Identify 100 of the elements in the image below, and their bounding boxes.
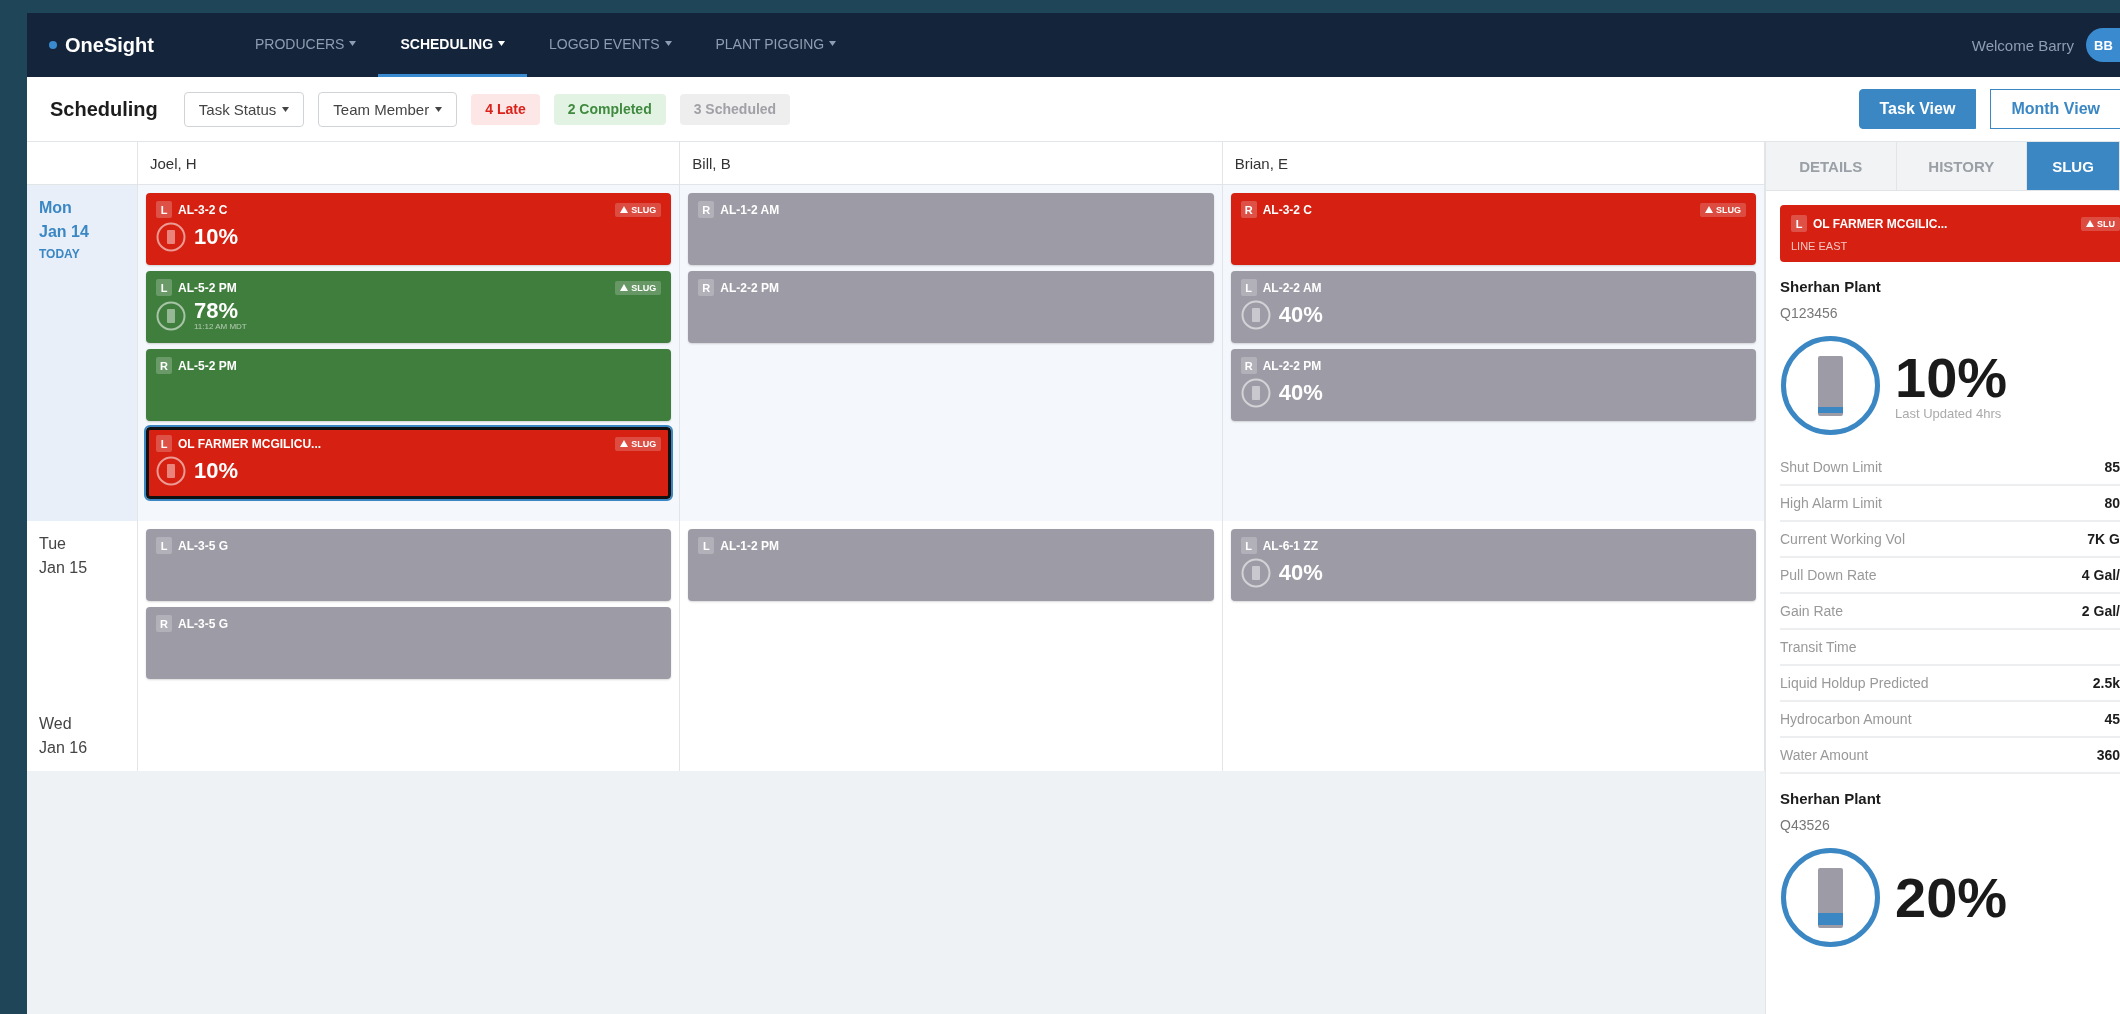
task-card[interactable]: L AL-5-2 PM SLUG 78% 11:12 AM MDT xyxy=(146,271,672,343)
stat-value: 7K G xyxy=(2087,531,2120,547)
plant-name: Sherhan Plant xyxy=(1780,278,1882,295)
task-card[interactable]: R AL-3-5 G xyxy=(146,607,672,679)
percent-value: 10% xyxy=(194,460,239,482)
stat-value: 4 Gal/ xyxy=(2081,567,2120,583)
task-title: AL-3-2 C xyxy=(178,202,229,217)
warning-triangle-icon xyxy=(620,206,629,213)
side-tag: L xyxy=(1240,279,1257,296)
task-title: AL-3-5 G xyxy=(178,538,229,553)
nav-menu-item[interactable]: PRODUCERS xyxy=(233,13,379,77)
percent-value: 10% xyxy=(194,226,239,248)
tank-gauge-icon xyxy=(1240,378,1271,408)
line-label: LINE EAST xyxy=(1791,240,1849,252)
percent-value: 10% xyxy=(1895,350,2008,406)
status-count-badge[interactable]: 4 Late xyxy=(471,93,540,125)
caret-down-icon xyxy=(829,41,837,46)
slug-badge: SLUG xyxy=(1699,202,1746,217)
side-tag: R xyxy=(156,357,172,374)
side-tag: L xyxy=(156,279,172,296)
task-title: AL-3-5 G xyxy=(178,616,229,631)
stat-value: 80 xyxy=(2104,495,2120,511)
task-card[interactable]: L AL-2-2 AM 40% xyxy=(1230,271,1756,343)
task-title: AL-1-2 PM xyxy=(720,538,780,553)
status-count-badge[interactable]: 3 Scheduled xyxy=(679,93,791,125)
slug-badge: SLUG xyxy=(615,436,662,451)
task-card[interactable]: L AL-3-2 C SLUG 10% xyxy=(146,193,672,265)
date-label: Jan 14 xyxy=(39,223,90,241)
task-card[interactable]: L OL FARMER MCGILICU... SLUG 10% xyxy=(146,427,672,499)
task-card[interactable]: R AL-1-2 AM xyxy=(688,193,1214,265)
tank-gauge-icon xyxy=(156,456,186,486)
stat-label: Liquid Holdup Predicted xyxy=(1780,675,1929,691)
logo-dot-icon xyxy=(49,41,57,49)
slug-badge: SLU xyxy=(2081,216,2120,231)
tank-gauge-icon xyxy=(156,222,186,252)
task-title: AL-2-2 PM xyxy=(1262,358,1323,373)
side-tag: R xyxy=(1240,357,1257,374)
task-card[interactable]: R AL-2-2 PM xyxy=(688,271,1214,343)
caret-down-icon xyxy=(282,106,290,112)
update-time: 11:12 AM MDT xyxy=(194,322,247,331)
weekday-label: Mon xyxy=(39,199,73,217)
side-tag: R xyxy=(156,615,172,632)
stat-value: 2.5k xyxy=(2092,675,2120,691)
percent-value: 20% xyxy=(1895,869,2008,926)
panel-tab[interactable]: DETAILS xyxy=(1766,142,1897,190)
task-title: OL FARMER MCGILICU... xyxy=(178,436,323,451)
slug-badge: SLUG xyxy=(615,202,662,217)
nav-menu-item[interactable]: PLANT PIGGING xyxy=(693,13,859,77)
stat-value: 85 xyxy=(2104,459,2120,475)
task-card[interactable]: L AL-6-1 ZZ 40% xyxy=(1230,529,1756,601)
warning-triangle-icon xyxy=(620,440,629,447)
warning-triangle-icon xyxy=(2086,220,2094,227)
stat-label: Gain Rate xyxy=(1780,603,1844,619)
page-title: Scheduling xyxy=(50,97,158,121)
stat-value: 360 xyxy=(2096,747,2120,763)
caret-down-icon xyxy=(435,106,443,112)
caret-down-icon xyxy=(498,41,506,46)
panel-tab[interactable]: SLUG xyxy=(2027,142,2120,190)
task-title: AL-3-2 C xyxy=(1262,202,1313,217)
percent-value: 40% xyxy=(1278,562,1323,584)
warning-triangle-icon xyxy=(1704,206,1713,213)
stat-label: Shut Down Limit xyxy=(1780,459,1882,475)
task-title: AL-1-2 AM xyxy=(720,202,781,217)
stat-label: High Alarm Limit xyxy=(1780,495,1882,511)
side-tag: L xyxy=(1791,215,1807,232)
view-toggle-button[interactable]: Month View xyxy=(1990,89,2120,129)
side-tag: L xyxy=(156,435,172,452)
side-tag: R xyxy=(698,279,715,296)
today-label: TODAY xyxy=(39,247,81,261)
user-avatar[interactable]: BB xyxy=(2086,28,2120,62)
view-toggle-button[interactable]: Task View xyxy=(1858,89,1977,129)
task-card[interactable]: R AL-3-2 C SLUG xyxy=(1230,193,1756,265)
nav-menu-item[interactable]: LOGGD EVENTS xyxy=(527,13,694,77)
brand-name: OneSight xyxy=(65,33,154,57)
task-card[interactable]: R AL-5-2 PM xyxy=(146,349,672,421)
stat-label: Hydrocarbon Amount xyxy=(1780,711,1912,727)
weekday-label: Tue xyxy=(39,535,67,553)
date-label: Jan 15 xyxy=(39,559,89,577)
task-title: OL FARMER MCGILIC... xyxy=(1813,216,1949,231)
stat-label: Current Working Vol xyxy=(1780,531,1905,547)
plant-name: Sherhan Plant xyxy=(1780,790,1882,807)
side-tag: L xyxy=(156,537,172,554)
task-title: AL-5-2 PM xyxy=(178,358,238,373)
filter-dropdown[interactable]: Team Member xyxy=(318,91,458,127)
stat-label: Water Amount xyxy=(1780,747,1869,763)
task-card[interactable]: L AL-3-5 G xyxy=(146,529,672,601)
tank-gauge-icon xyxy=(156,300,186,331)
task-card[interactable]: L AL-1-2 PM xyxy=(688,529,1214,601)
slug-badge: SLUG xyxy=(615,280,662,295)
task-card[interactable]: R AL-2-2 PM 40% xyxy=(1230,349,1756,421)
percent-value: 78% xyxy=(194,300,240,322)
warning-triangle-icon xyxy=(620,284,629,291)
task-title: AL-6-1 ZZ xyxy=(1262,538,1319,553)
side-tag: R xyxy=(1240,201,1257,218)
side-tag: R xyxy=(698,201,715,218)
stat-value: 2 Gal/ xyxy=(2081,603,2120,619)
task-title: AL-2-2 AM xyxy=(1262,280,1323,295)
status-count-badge[interactable]: 2 Completed xyxy=(553,93,666,125)
weekday-label: Wed xyxy=(39,715,73,733)
filter-dropdown[interactable]: Task Status xyxy=(183,91,305,127)
